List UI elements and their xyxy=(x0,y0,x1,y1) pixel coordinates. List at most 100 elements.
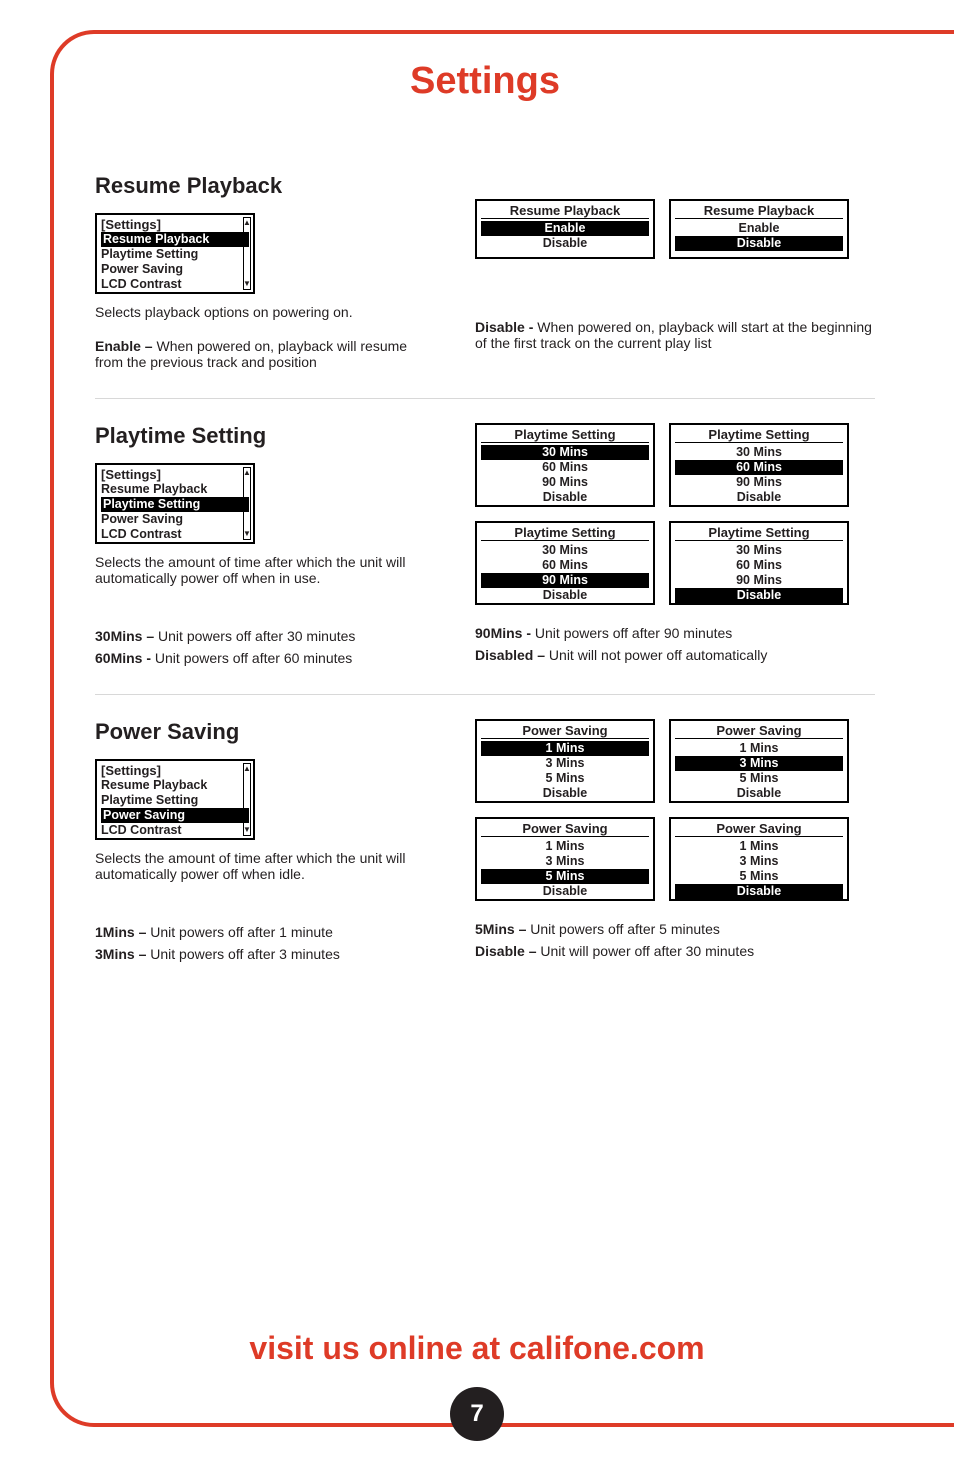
power-disable-note: Disable – Unit will power off after 30 m… xyxy=(475,943,875,959)
settings-menu-lcd-power: [Settings] Resume Playback Playtime Sett… xyxy=(95,759,255,840)
lcd-title: Power Saving xyxy=(481,721,649,739)
lcd-option: Disable xyxy=(675,588,843,603)
menu-item: Power Saving xyxy=(97,512,253,527)
footer: visit us online at califone.com xyxy=(0,1330,954,1367)
lcd-title: Playtime Setting xyxy=(675,425,843,443)
menu-item: Playtime Setting xyxy=(101,497,249,512)
lcd-option: Disable xyxy=(477,588,653,603)
power-3min-note: 3Mins – Unit powers off after 3 minutes xyxy=(95,946,435,962)
text: Unit will power off after 30 minutes xyxy=(536,943,754,959)
playtime-60-note: 60Mins - Unit powers off after 60 minute… xyxy=(95,650,435,666)
power-saving-heading: Power Saving xyxy=(95,719,435,745)
label: 30Mins – xyxy=(95,628,154,644)
playtime-lcd-90: Playtime Setting 30 Mins 60 Mins 90 Mins… xyxy=(475,521,655,605)
lcd-option: 60 Mins xyxy=(477,460,653,475)
playtime-section: Playtime Setting [Settings] Resume Playb… xyxy=(95,423,875,672)
divider xyxy=(95,694,875,695)
lcd-option: 30 Mins xyxy=(481,445,649,460)
playtime-disable-note: Disabled – Unit will not power off autom… xyxy=(475,647,875,663)
lcd-title: Resume Playback xyxy=(675,201,843,219)
lcd-option: 30 Mins xyxy=(671,445,847,460)
playtime-lcd-60: Playtime Setting 30 Mins 60 Mins 90 Mins… xyxy=(669,423,849,507)
menu-item: Playtime Setting xyxy=(97,793,253,808)
scroll-down-icon: ▼ xyxy=(243,530,251,538)
lcd-option: 90 Mins xyxy=(477,475,653,490)
lcd-header: [Settings] xyxy=(97,465,253,482)
lcd-option: 3 Mins xyxy=(477,756,653,771)
text: Unit will not power off automatically xyxy=(545,647,767,663)
power-5min-note: 5Mins – Unit powers off after 5 minutes xyxy=(475,921,875,937)
lcd-title: Playtime Setting xyxy=(675,523,843,541)
lcd-title: Power Saving xyxy=(675,819,843,837)
menu-item: Power Saving xyxy=(97,262,253,277)
lcd-option: 60 Mins xyxy=(477,558,653,573)
lcd-option: Disable xyxy=(477,884,653,899)
lcd-option: Disable xyxy=(675,884,843,899)
text: Unit powers off after 30 minutes xyxy=(154,628,355,644)
text: Unit powers off after 90 minutes xyxy=(531,625,732,641)
scroll-up-icon: ▲ xyxy=(243,765,251,773)
power-description: Selects the amount of time after which t… xyxy=(95,850,435,882)
lcd-option: 5 Mins xyxy=(671,869,847,884)
lcd-option: Enable xyxy=(481,221,649,236)
power-lcd-5: Power Saving 1 Mins 3 Mins 5 Mins Disabl… xyxy=(475,817,655,901)
lcd-option: 90 Mins xyxy=(671,573,847,588)
playtime-30-note: 30Mins – Unit powers off after 30 minute… xyxy=(95,628,435,644)
power-lcd-1: Power Saving 1 Mins 3 Mins 5 Mins Disabl… xyxy=(475,719,655,803)
menu-item: Resume Playback xyxy=(97,778,253,793)
lcd-option: 1 Mins xyxy=(481,741,649,756)
lcd-option: Disable xyxy=(477,786,653,801)
page-content: Settings Resume Playback [Settings] Resu… xyxy=(95,60,875,968)
lcd-option: 60 Mins xyxy=(675,460,843,475)
label: 90Mins - xyxy=(475,625,531,641)
label: Disable - xyxy=(475,319,533,335)
resume-playback-section: Resume Playback [Settings] Resume Playba… xyxy=(95,173,875,376)
label: Disable – xyxy=(475,943,536,959)
lcd-option: 1 Mins xyxy=(477,839,653,854)
power-lcd-disable: Power Saving 1 Mins 3 Mins 5 Mins Disabl… xyxy=(669,817,849,901)
lcd-option: 30 Mins xyxy=(671,543,847,558)
lcd-option: 90 Mins xyxy=(671,475,847,490)
label: 5Mins – xyxy=(475,921,526,937)
lcd-title: Power Saving xyxy=(675,721,843,739)
text: Unit powers off after 5 minutes xyxy=(526,921,720,937)
text: When powered on, playback will start at … xyxy=(475,319,872,351)
playtime-heading: Playtime Setting xyxy=(95,423,435,449)
resume-enable-note: Enable – When powered on, playback will … xyxy=(95,338,435,370)
page-number-wrap: 7 xyxy=(0,1387,954,1441)
text: Unit powers off after 60 minutes xyxy=(151,650,352,666)
lcd-option: 30 Mins xyxy=(477,543,653,558)
settings-menu-lcd-playtime: [Settings] Resume Playback Playtime Sett… xyxy=(95,463,255,544)
power-1min-note: 1Mins – Unit powers off after 1 minute xyxy=(95,924,435,940)
page-number: 7 xyxy=(450,1387,504,1441)
lcd-option: 1 Mins xyxy=(671,741,847,756)
lcd-option: 3 Mins xyxy=(675,756,843,771)
playtime-description: Selects the amount of time after which t… xyxy=(95,554,435,586)
resume-lcd-disable: Resume Playback Enable Disable xyxy=(669,199,849,259)
lcd-option: Disable xyxy=(477,490,653,505)
lcd-scrollbar: ▲ ▼ xyxy=(243,467,251,540)
lcd-option: 5 Mins xyxy=(671,771,847,786)
power-lcd-3: Power Saving 1 Mins 3 Mins 5 Mins Disabl… xyxy=(669,719,849,803)
lcd-option: Disable xyxy=(671,786,847,801)
lcd-option: Disable xyxy=(675,236,843,251)
page-title: Settings xyxy=(95,60,875,103)
power-saving-section: Power Saving [Settings] Resume Playback … xyxy=(95,719,875,968)
playtime-lcd-disable: Playtime Setting 30 Mins 60 Mins 90 Mins… xyxy=(669,521,849,605)
label: 3Mins – xyxy=(95,946,146,962)
lcd-option: 1 Mins xyxy=(671,839,847,854)
label: 60Mins - xyxy=(95,650,151,666)
resume-lcd-enable: Resume Playback Enable Disable xyxy=(475,199,655,259)
lcd-option: 90 Mins xyxy=(481,573,649,588)
menu-item: LCD Contrast xyxy=(97,823,253,838)
menu-item: LCD Contrast xyxy=(97,277,253,292)
scroll-up-icon: ▲ xyxy=(243,469,251,477)
lcd-option: Disable xyxy=(477,236,653,251)
lcd-option: 3 Mins xyxy=(477,854,653,869)
lcd-title: Playtime Setting xyxy=(481,425,649,443)
lcd-scrollbar: ▲ ▼ xyxy=(243,217,251,290)
resume-disable-note: Disable - When powered on, playback will… xyxy=(475,319,875,351)
lcd-scrollbar: ▲ ▼ xyxy=(243,763,251,836)
label: Enable – xyxy=(95,338,153,354)
lcd-title: Playtime Setting xyxy=(481,523,649,541)
